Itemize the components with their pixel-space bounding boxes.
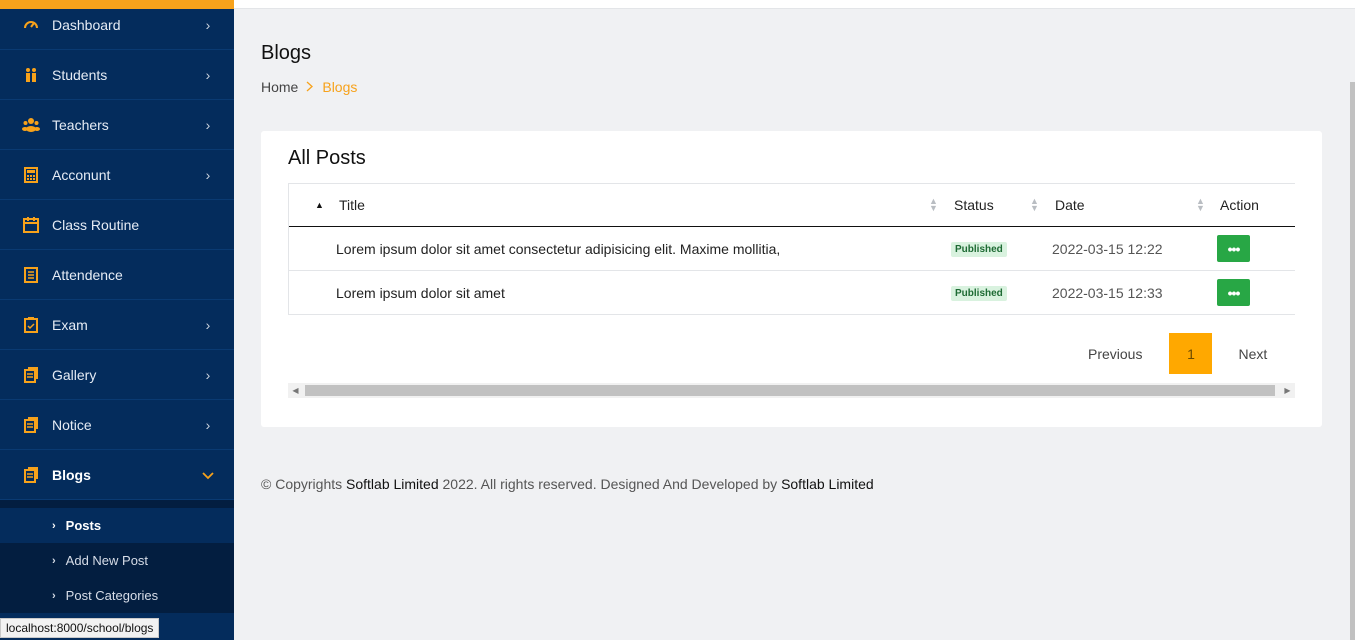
sidebar: Dashboard › Students › Teachers › Acconu… bbox=[0, 0, 234, 640]
sidebar-item-class-routine[interactable]: Class Routine bbox=[0, 200, 234, 250]
page-title: Blogs bbox=[261, 42, 312, 64]
footer: © Copyrights Softlab Limited 2022. All r… bbox=[261, 476, 874, 492]
scroll-left-icon[interactable]: ◀ bbox=[288, 383, 303, 398]
all-posts-card: All Posts ▲ Title ▲ ▼ Status ▲ ▼ Date ▲ ▼ A… bbox=[261, 131, 1322, 427]
chevron-down-icon bbox=[202, 467, 214, 483]
document-icon bbox=[22, 416, 40, 434]
footer-middle: 2022. All rights reserved. Designed And … bbox=[438, 476, 782, 492]
post-title: Lorem ipsum dolor sit amet consectetur a… bbox=[336, 241, 781, 257]
sidebar-item-label: Students bbox=[52, 66, 108, 83]
status-badge: Published bbox=[951, 286, 1007, 301]
table-row: Lorem ipsum dolor sit amet consectetur a… bbox=[289, 227, 1295, 271]
students-icon bbox=[22, 66, 40, 84]
post-date: 2022-03-15 12:22 bbox=[1052, 241, 1163, 257]
sidebar-item-exam[interactable]: Exam › bbox=[0, 300, 234, 350]
chevron-right-icon: › bbox=[205, 366, 211, 383]
previous-page-button[interactable]: Previous bbox=[1088, 346, 1142, 362]
speedometer-icon bbox=[22, 16, 40, 34]
horizontal-scrollbar-thumb[interactable] bbox=[305, 385, 1275, 396]
chevron-right-icon: › bbox=[52, 554, 56, 567]
post-title: Lorem ipsum dolor sit amet bbox=[336, 285, 505, 301]
sidebar-item-label: Teachers bbox=[52, 116, 109, 133]
posts-table: ▲ Title ▲ ▼ Status ▲ ▼ Date ▲ ▼ Action Lore… bbox=[288, 183, 1295, 315]
document-icon bbox=[22, 366, 40, 384]
sidebar-item-label: Notice bbox=[52, 416, 92, 433]
chevron-right-icon bbox=[306, 80, 314, 95]
column-header-title[interactable]: Title bbox=[339, 197, 365, 213]
sidebar-item-label: Class Routine bbox=[52, 216, 140, 233]
card-title: All Posts bbox=[288, 147, 366, 169]
column-header-date[interactable]: Date bbox=[1055, 197, 1085, 213]
table-row: Lorem ipsum dolor sit amet Published 202… bbox=[289, 271, 1295, 315]
sidebar-item-blogs[interactable]: Blogs bbox=[0, 450, 234, 500]
row-action-button[interactable]: ••• bbox=[1217, 279, 1250, 306]
submenu-item-add-new-post[interactable]: › Add New Post bbox=[0, 543, 234, 578]
sidebar-item-teachers[interactable]: Teachers › bbox=[0, 100, 234, 150]
sidebar-item-label: Blogs bbox=[52, 466, 91, 483]
calendar-icon bbox=[22, 216, 40, 234]
chevron-right-icon: › bbox=[52, 519, 56, 532]
pagination: Previous 1 Next bbox=[1088, 333, 1267, 374]
table-header: ▲ Title ▲ ▼ Status ▲ ▼ Date ▲ ▼ Action bbox=[289, 183, 1295, 227]
vertical-scrollbar[interactable] bbox=[1350, 10, 1355, 640]
post-date: 2022-03-15 12:33 bbox=[1052, 285, 1163, 301]
row-action-button[interactable]: ••• bbox=[1217, 235, 1250, 262]
sidebar-item-label: Attendence bbox=[52, 266, 123, 283]
sort-icon[interactable]: ▲ ▼ bbox=[1030, 197, 1039, 213]
sidebar-item-label: Acconunt bbox=[52, 166, 111, 183]
status-badge: Published bbox=[951, 242, 1007, 257]
blogs-submenu: › Posts › Add New Post › Post Categories bbox=[0, 500, 234, 613]
submenu-item-posts[interactable]: › Posts bbox=[0, 508, 234, 543]
submenu-item-post-categories[interactable]: › Post Categories bbox=[0, 578, 234, 613]
footer-developer-link[interactable]: Softlab Limited bbox=[781, 476, 874, 492]
chevron-right-icon: › bbox=[205, 416, 211, 433]
sidebar-item-account[interactable]: Acconunt › bbox=[0, 150, 234, 200]
page-1-button[interactable]: 1 bbox=[1169, 333, 1213, 374]
horizontal-scrollbar[interactable]: ◀ ▶ bbox=[288, 383, 1295, 398]
chevron-right-icon: › bbox=[52, 589, 56, 602]
document-icon bbox=[22, 466, 40, 484]
sidebar-item-students[interactable]: Students › bbox=[0, 50, 234, 100]
breadcrumb: Home Blogs bbox=[261, 79, 357, 95]
sort-icon[interactable]: ▲ ▼ bbox=[929, 197, 938, 213]
sidebar-item-gallery[interactable]: Gallery › bbox=[0, 350, 234, 400]
footer-prefix: © Copyrights bbox=[261, 476, 347, 492]
vertical-scrollbar-thumb[interactable] bbox=[1350, 82, 1355, 640]
chevron-right-icon: › bbox=[205, 166, 211, 183]
sort-icon[interactable]: ▲ ▼ bbox=[1196, 197, 1205, 213]
chevron-right-icon: › bbox=[205, 66, 211, 83]
top-bar bbox=[234, 0, 1355, 9]
chevron-right-icon: › bbox=[205, 316, 211, 333]
clipboard-icon bbox=[22, 316, 40, 334]
next-page-button[interactable]: Next bbox=[1238, 346, 1267, 362]
chevron-right-icon: › bbox=[205, 116, 211, 133]
browser-status-url: localhost:8000/school/blogs bbox=[0, 618, 160, 638]
sidebar-item-label: Dashboard bbox=[52, 16, 121, 33]
breadcrumb-current: Blogs bbox=[322, 79, 358, 95]
scroll-right-icon[interactable]: ▶ bbox=[1280, 383, 1295, 398]
submenu-item-label: Post Categories bbox=[65, 588, 159, 603]
column-header-status[interactable]: Status bbox=[954, 197, 994, 213]
chevron-right-icon: › bbox=[205, 16, 211, 33]
sidebar-item-label: Exam bbox=[52, 316, 88, 333]
checklist-icon bbox=[22, 266, 40, 284]
submenu-item-label: Posts bbox=[65, 518, 102, 533]
sidebar-item-attendence[interactable]: Attendence bbox=[0, 250, 234, 300]
sidebar-item-label: Gallery bbox=[52, 366, 97, 383]
column-header-action: Action bbox=[1220, 197, 1259, 213]
calculator-icon bbox=[22, 166, 40, 184]
submenu-item-label: Add New Post bbox=[65, 553, 149, 568]
footer-brand-link[interactable]: Softlab Limited bbox=[346, 476, 439, 492]
teachers-icon bbox=[22, 116, 40, 134]
sidebar-item-dashboard[interactable]: Dashboard › bbox=[0, 0, 234, 50]
breadcrumb-home[interactable]: Home bbox=[261, 79, 298, 95]
sort-ascending-icon[interactable]: ▲ bbox=[315, 200, 324, 210]
sidebar-item-notice[interactable]: Notice › bbox=[0, 400, 234, 450]
